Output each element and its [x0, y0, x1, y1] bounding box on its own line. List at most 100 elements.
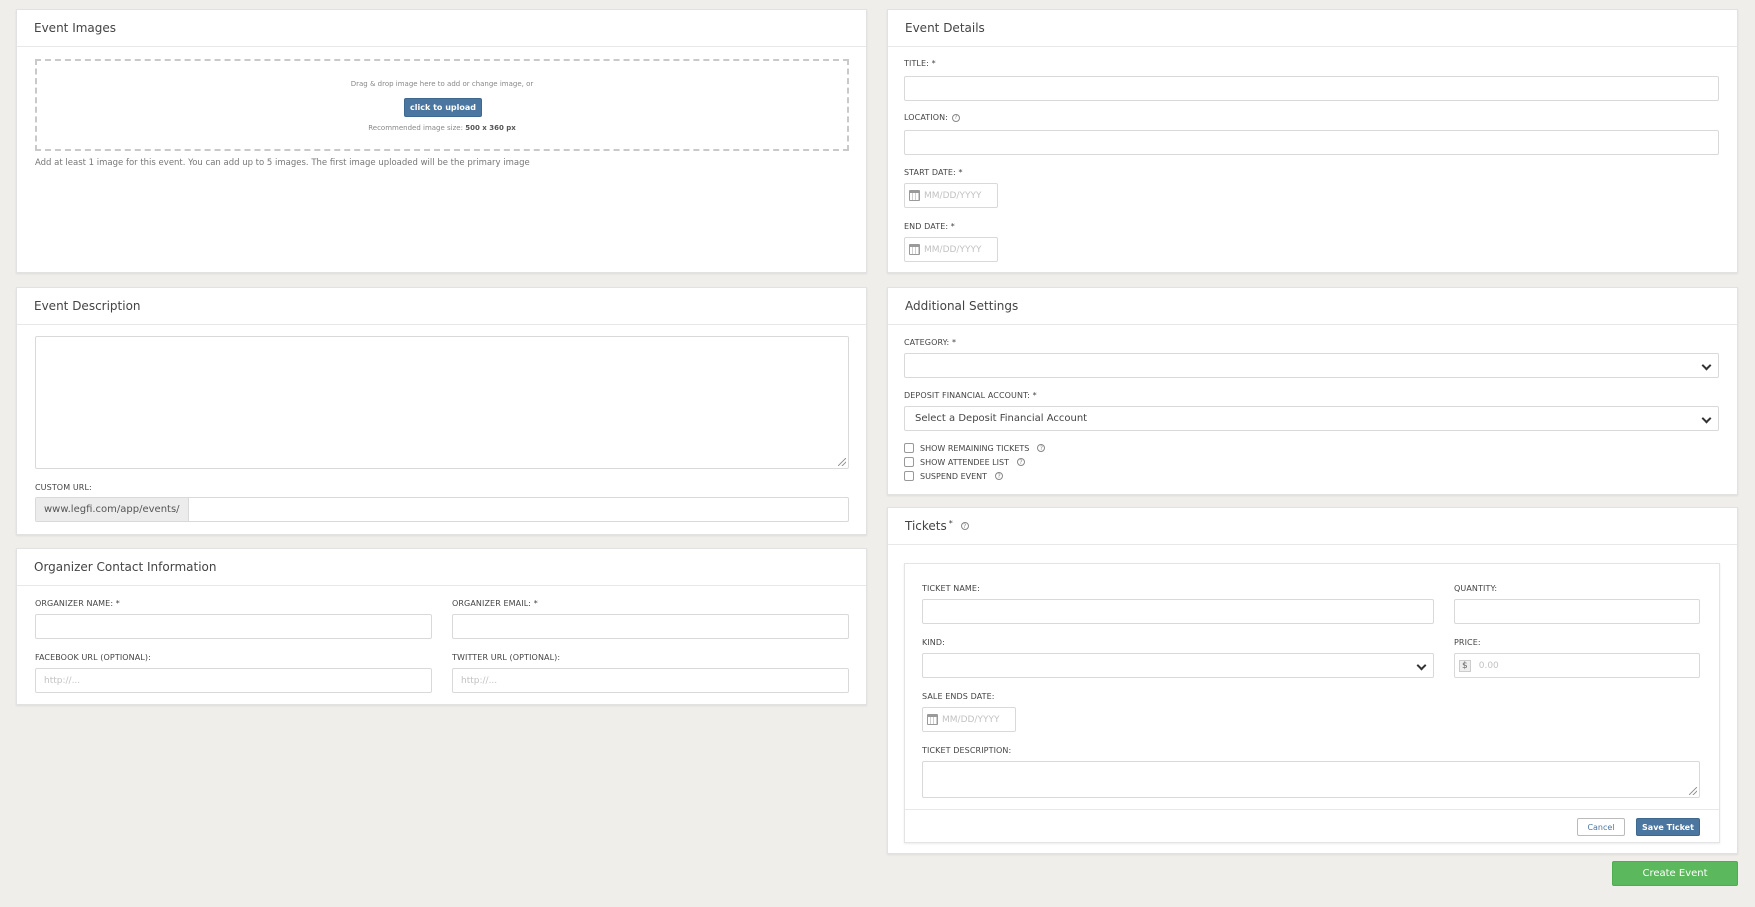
ticket-form-divider	[905, 809, 1719, 810]
upload-button[interactable]: click to upload	[404, 98, 482, 117]
recommended-size-text: Recommended image size: 500 x 360 px	[37, 124, 847, 132]
recommended-prefix: Recommended image size:	[368, 124, 463, 132]
tickets-help-icon[interactable]: ?	[960, 522, 969, 530]
suspend-event-label: SUSPEND EVENT	[920, 471, 988, 481]
end-date-input[interactable]: MM/DD/YYYY	[904, 237, 998, 262]
additional-settings-title: Additional Settings	[905, 299, 1019, 313]
create-event-button[interactable]: Create Event	[1612, 861, 1738, 886]
twitter-url-label: TWITTER URL (OPTIONAL):	[452, 653, 561, 662]
location-input[interactable]	[904, 130, 1719, 155]
organizer-email-input[interactable]	[452, 614, 849, 639]
description-textarea[interactable]	[35, 336, 849, 469]
additional-settings-header: Additional Settings	[888, 288, 1737, 325]
event-images-panel: Event Images Drag & drop image here to a…	[16, 9, 867, 273]
price-input[interactable]: $ 0.00	[1454, 653, 1700, 678]
help-icon[interactable]: ?	[1016, 458, 1025, 466]
show-remaining-tickets-checkbox[interactable]	[904, 443, 914, 453]
deposit-account-value: Select a Deposit Financial Account	[915, 413, 1088, 424]
facebook-url-input[interactable]: http://...	[35, 668, 432, 693]
help-icon[interactable]: ?	[995, 472, 1004, 480]
show-attendee-list-checkbox[interactable]	[904, 457, 914, 467]
custom-url-input[interactable]	[189, 498, 848, 521]
url-prefix-addon: www.legfi.com/app/events/	[36, 498, 189, 521]
resize-handle-icon[interactable]	[1689, 787, 1697, 795]
suspend-event-checkbox[interactable]	[904, 471, 914, 481]
start-date-placeholder: MM/DD/YYYY	[924, 190, 982, 201]
deposit-account-label: DEPOSIT FINANCIAL ACCOUNT: *	[904, 391, 1037, 400]
suspend-event-row: SUSPEND EVENT ?	[904, 471, 1004, 481]
sale-ends-input[interactable]: MM/DD/YYYY	[922, 707, 1016, 732]
chevron-down-icon	[1701, 413, 1712, 424]
quantity-label: QUANTITY:	[1454, 584, 1498, 593]
image-dropzone[interactable]: Drag & drop image here to add or change …	[35, 59, 849, 151]
show-remaining-tickets-label: SHOW REMAINING TICKETS	[920, 443, 1030, 453]
kind-select[interactable]	[922, 653, 1434, 678]
organizer-email-label: ORGANIZER EMAIL: *	[452, 599, 538, 608]
twitter-url-placeholder: http://...	[461, 675, 498, 686]
upload-button-label: click to upload	[410, 103, 476, 112]
resize-handle-icon[interactable]	[838, 458, 846, 466]
sale-ends-label: SALE ENDS DATE:	[922, 692, 995, 701]
event-description-panel: Event Description CUSTOM URL: www.legfi.…	[16, 287, 867, 535]
location-label: LOCATION:?	[904, 113, 961, 122]
tickets-panel: Tickets * ? TICKET NAME: QUANTITY: KIND:…	[887, 507, 1738, 854]
organizer-name-input[interactable]	[35, 614, 432, 639]
calendar-icon	[909, 244, 920, 255]
images-helper-text: Add at least 1 image for this event. You…	[35, 158, 530, 168]
deposit-account-select[interactable]: Select a Deposit Financial Account	[904, 406, 1719, 431]
ticket-description-textarea[interactable]	[922, 761, 1700, 798]
event-details-header: Event Details	[888, 10, 1737, 47]
dropzone-text: Drag & drop image here to add or change …	[350, 80, 534, 88]
event-description-header: Event Description	[17, 288, 866, 325]
event-details-panel: Event Details TITLE: * LOCATION:? START …	[887, 9, 1738, 273]
currency-addon: $	[1459, 659, 1471, 672]
custom-url-group: www.legfi.com/app/events/	[35, 497, 849, 522]
end-date-placeholder: MM/DD/YYYY	[924, 244, 982, 255]
start-date-input[interactable]: MM/DD/YYYY	[904, 183, 998, 208]
event-images-header: Event Images	[17, 10, 866, 47]
location-help-icon[interactable]: ?	[952, 113, 961, 122]
quantity-input[interactable]	[1454, 599, 1700, 624]
ticket-form: TICKET NAME: QUANTITY: KIND: PRICE: $ 0.…	[904, 563, 1720, 843]
price-placeholder: 0.00	[1478, 660, 1499, 671]
organizer-title: Organizer Contact Information	[34, 560, 217, 574]
recommended-size-value: 500 x 360 px	[465, 124, 516, 132]
tickets-title: Tickets	[905, 519, 947, 533]
organizer-name-label: ORGANIZER NAME: *	[35, 599, 120, 608]
cancel-ticket-label: Cancel	[1587, 822, 1615, 832]
title-input[interactable]	[904, 76, 1719, 101]
category-select[interactable]	[904, 353, 1719, 378]
show-attendee-list-row: SHOW ATTENDEE LIST ?	[904, 457, 1025, 467]
calendar-icon	[909, 190, 920, 201]
chevron-down-icon	[1416, 660, 1427, 671]
twitter-url-input[interactable]: http://...	[452, 668, 849, 693]
tickets-required-mark: *	[948, 518, 953, 528]
organizer-panel: Organizer Contact Information ORGANIZER …	[16, 548, 867, 705]
event-description-title: Event Description	[34, 299, 141, 313]
title-label: TITLE: *	[904, 59, 936, 68]
facebook-url-placeholder: http://...	[44, 675, 81, 686]
price-label: PRICE:	[1454, 638, 1481, 647]
location-label-text: LOCATION:	[904, 113, 949, 122]
ticket-description-label: TICKET DESCRIPTION:	[922, 746, 1012, 755]
additional-settings-panel: Additional Settings CATEGORY: * DEPOSIT …	[887, 287, 1738, 495]
category-label: CATEGORY: *	[904, 338, 957, 347]
save-ticket-label: Save Ticket	[1642, 822, 1694, 832]
kind-label: KIND:	[922, 638, 945, 647]
ticket-name-input[interactable]	[922, 599, 1434, 624]
custom-url-label: CUSTOM URL:	[35, 483, 92, 492]
show-attendee-list-label: SHOW ATTENDEE LIST	[920, 457, 1009, 467]
sale-ends-placeholder: MM/DD/YYYY	[942, 714, 1000, 725]
end-date-label: END DATE: *	[904, 222, 955, 231]
create-event-label: Create Event	[1642, 868, 1708, 879]
show-remaining-tickets-row: SHOW REMAINING TICKETS ?	[904, 443, 1046, 453]
chevron-down-icon	[1701, 360, 1712, 371]
cancel-ticket-button[interactable]: Cancel	[1577, 818, 1625, 836]
save-ticket-button[interactable]: Save Ticket	[1636, 818, 1700, 836]
start-date-label: START DATE: *	[904, 168, 963, 177]
event-images-title: Event Images	[34, 21, 117, 35]
organizer-header: Organizer Contact Information	[17, 549, 866, 586]
ticket-name-label: TICKET NAME:	[922, 584, 980, 593]
help-icon[interactable]: ?	[1037, 444, 1046, 452]
facebook-url-label: FACEBOOK URL (OPTIONAL):	[35, 653, 151, 662]
